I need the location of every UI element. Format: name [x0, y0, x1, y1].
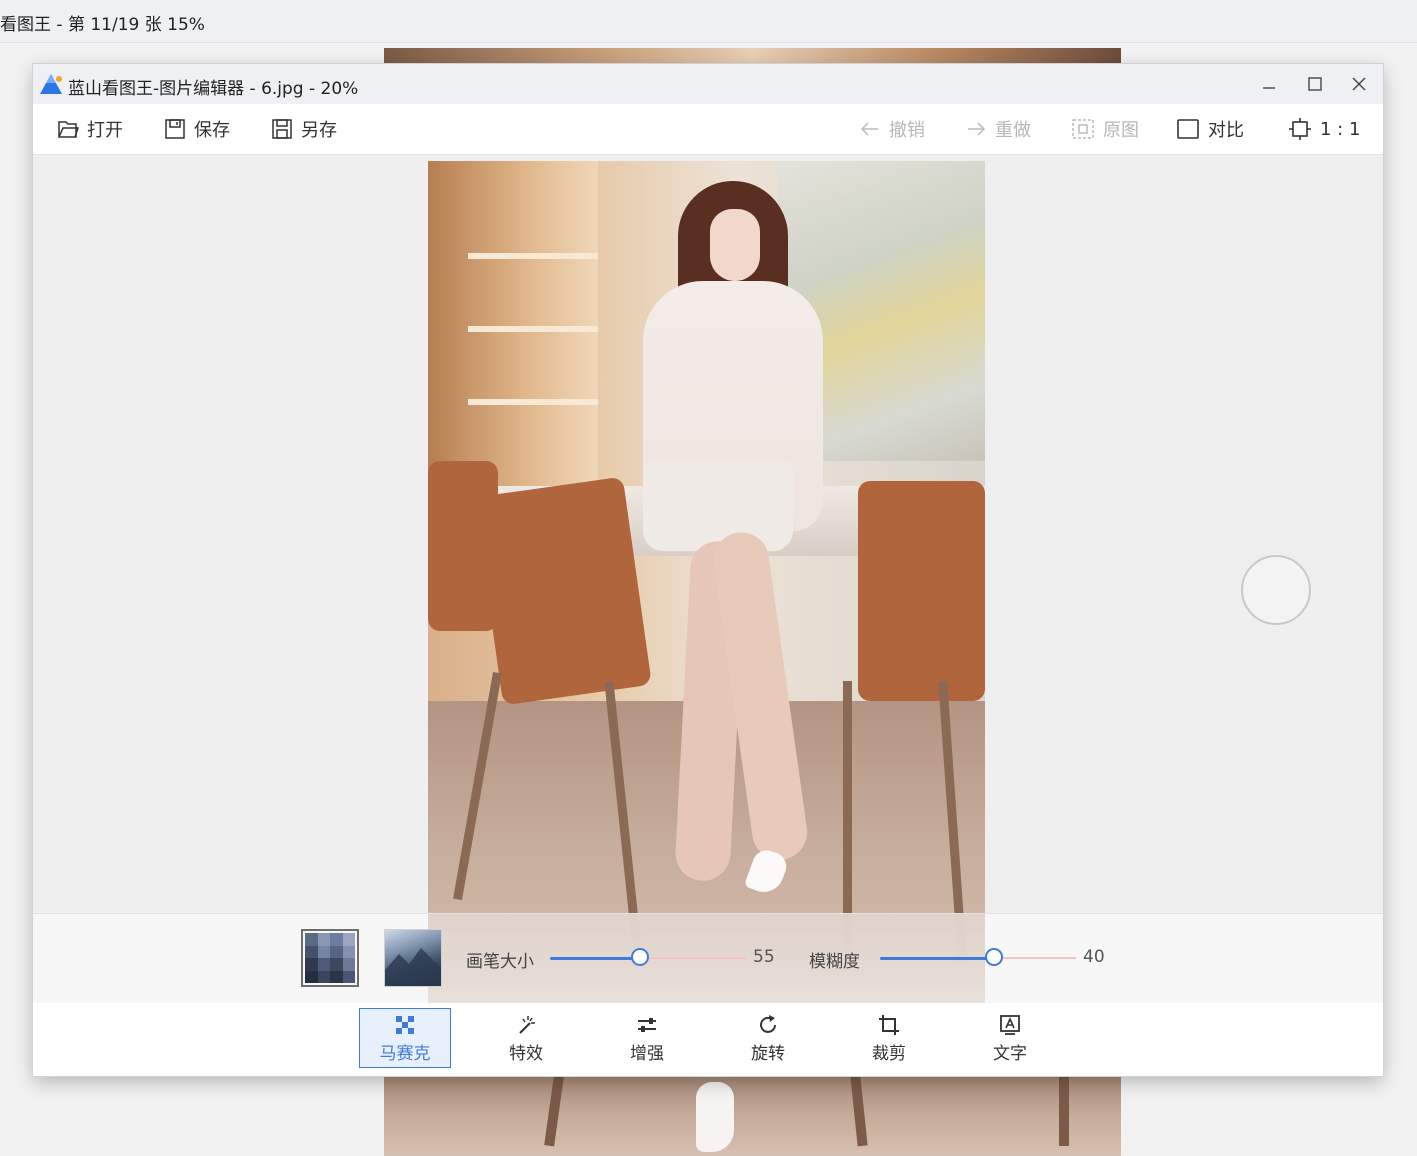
open-folder-icon — [58, 121, 79, 138]
background-window-title: 看图王 - 第 11/19 张 15% — [0, 15, 205, 35]
editor-tool-tabs: 马赛克 特效 增强 旋转 裁剪 文字 — [33, 1003, 1383, 1076]
tool-label: 旋转 — [751, 1043, 785, 1064]
blur-value: 40 — [1083, 947, 1105, 967]
tool-text[interactable]: 文字 — [964, 1008, 1056, 1068]
undo-button[interactable]: 撤销 — [859, 116, 925, 142]
tool-label: 裁剪 — [872, 1043, 906, 1064]
mosaic-options-bar: 画笔大小 55 模糊度 40 — [33, 913, 1383, 1004]
rotate-icon — [760, 1014, 776, 1033]
compare-button[interactable]: 对比 — [1176, 116, 1244, 142]
save-button[interactable]: 保存 — [164, 116, 230, 142]
text-icon — [1000, 1014, 1020, 1035]
tool-effects[interactable]: 特效 — [480, 1008, 572, 1068]
background-window-titlebar: 看图王 - 第 11/19 张 15% — [0, 0, 1417, 43]
brush-size-label: 画笔大小 — [466, 952, 534, 972]
original-image-icon — [1072, 119, 1094, 139]
landscape-pattern-icon — [385, 948, 441, 986]
photo-region-chair — [474, 476, 652, 706]
background-photo-strip-bottom — [384, 1076, 1121, 1156]
close-icon — [1352, 77, 1366, 91]
save-as-label: 另存 — [301, 120, 337, 141]
open-button[interactable]: 打开 — [57, 116, 123, 142]
sliders-icon — [638, 1017, 656, 1032]
tool-label: 增强 — [630, 1043, 664, 1064]
tool-label: 文字 — [993, 1043, 1027, 1064]
brush-size-fill — [550, 957, 640, 960]
mosaic-pattern-swatch[interactable] — [301, 929, 359, 987]
original-image-button[interactable]: 原图 — [1071, 116, 1139, 142]
compare-icon — [1177, 119, 1199, 139]
editor-toolbar: 打开 保存 另存 撤销 重做 原图 对比 1: 1 — [33, 104, 1383, 155]
undo-label: 撤销 — [889, 120, 925, 141]
photo-region-shelf — [468, 326, 598, 332]
compare-label: 对比 — [1208, 120, 1244, 141]
tool-label: 特效 — [509, 1043, 543, 1064]
photo-region-face — [710, 209, 760, 281]
tool-crop[interactable]: 裁剪 — [843, 1008, 935, 1068]
image-canvas[interactable] — [33, 155, 1383, 992]
image-pattern-swatch[interactable] — [384, 929, 442, 987]
actual-size-button[interactable]: 1 : 1 — [1288, 116, 1360, 142]
editor-titlebar[interactable]: 蓝山看图王-图片编辑器 - 6.jpg - 20% — [33, 64, 1383, 104]
save-as-icon — [272, 119, 292, 139]
photo-region-shelf — [468, 399, 598, 405]
blur-slider[interactable] — [880, 947, 1076, 969]
photo-region-shelf — [468, 253, 598, 259]
photo-region-shorts — [643, 461, 793, 551]
save-label: 保存 — [194, 120, 230, 141]
brush-size-value: 55 — [753, 947, 775, 967]
crop-icon — [879, 1014, 899, 1035]
app-logo-icon — [40, 74, 62, 94]
minimize-button[interactable] — [1255, 72, 1283, 96]
mosaic-pattern-icon — [305, 933, 355, 983]
maximize-button[interactable] — [1301, 72, 1329, 96]
original-image-label: 原图 — [1103, 120, 1139, 141]
save-icon — [165, 119, 185, 139]
brush-cursor[interactable] — [1241, 555, 1311, 625]
tool-enhance[interactable]: 增强 — [601, 1008, 693, 1068]
blur-thumb[interactable] — [985, 948, 1003, 966]
save-as-button[interactable]: 另存 — [271, 116, 337, 142]
open-label: 打开 — [87, 120, 123, 141]
actual-size-label: 1 : 1 — [1320, 118, 1361, 140]
photo-region-chair — [858, 481, 985, 701]
blur-fill — [880, 957, 994, 960]
undo-icon — [860, 122, 878, 136]
tool-label: 马赛克 — [379, 1043, 431, 1064]
tool-mosaic[interactable]: 马赛克 — [359, 1008, 451, 1068]
brush-size-slider[interactable] — [550, 947, 746, 969]
redo-button[interactable]: 重做 — [965, 116, 1031, 142]
magic-wand-icon — [519, 1015, 535, 1034]
mosaic-icon — [396, 1015, 414, 1034]
edited-photo[interactable] — [428, 161, 985, 992]
brush-size-rest — [640, 957, 746, 959]
close-button[interactable] — [1345, 72, 1373, 96]
maximize-icon — [1308, 77, 1322, 91]
redo-label: 重做 — [995, 120, 1031, 141]
image-editor-window: 蓝山看图王-图片编辑器 - 6.jpg - 20% 打开 保存 另存 撤销 重做… — [33, 64, 1383, 1076]
editor-title: 蓝山看图王-图片编辑器 - 6.jpg - 20% — [68, 79, 359, 99]
tool-rotate[interactable]: 旋转 — [722, 1008, 814, 1068]
actual-size-icon — [1289, 118, 1311, 140]
blur-label: 模糊度 — [809, 952, 860, 972]
minimize-icon — [1263, 87, 1275, 89]
blur-rest — [994, 957, 1076, 959]
redo-icon — [968, 122, 986, 136]
brush-size-thumb[interactable] — [631, 948, 649, 966]
